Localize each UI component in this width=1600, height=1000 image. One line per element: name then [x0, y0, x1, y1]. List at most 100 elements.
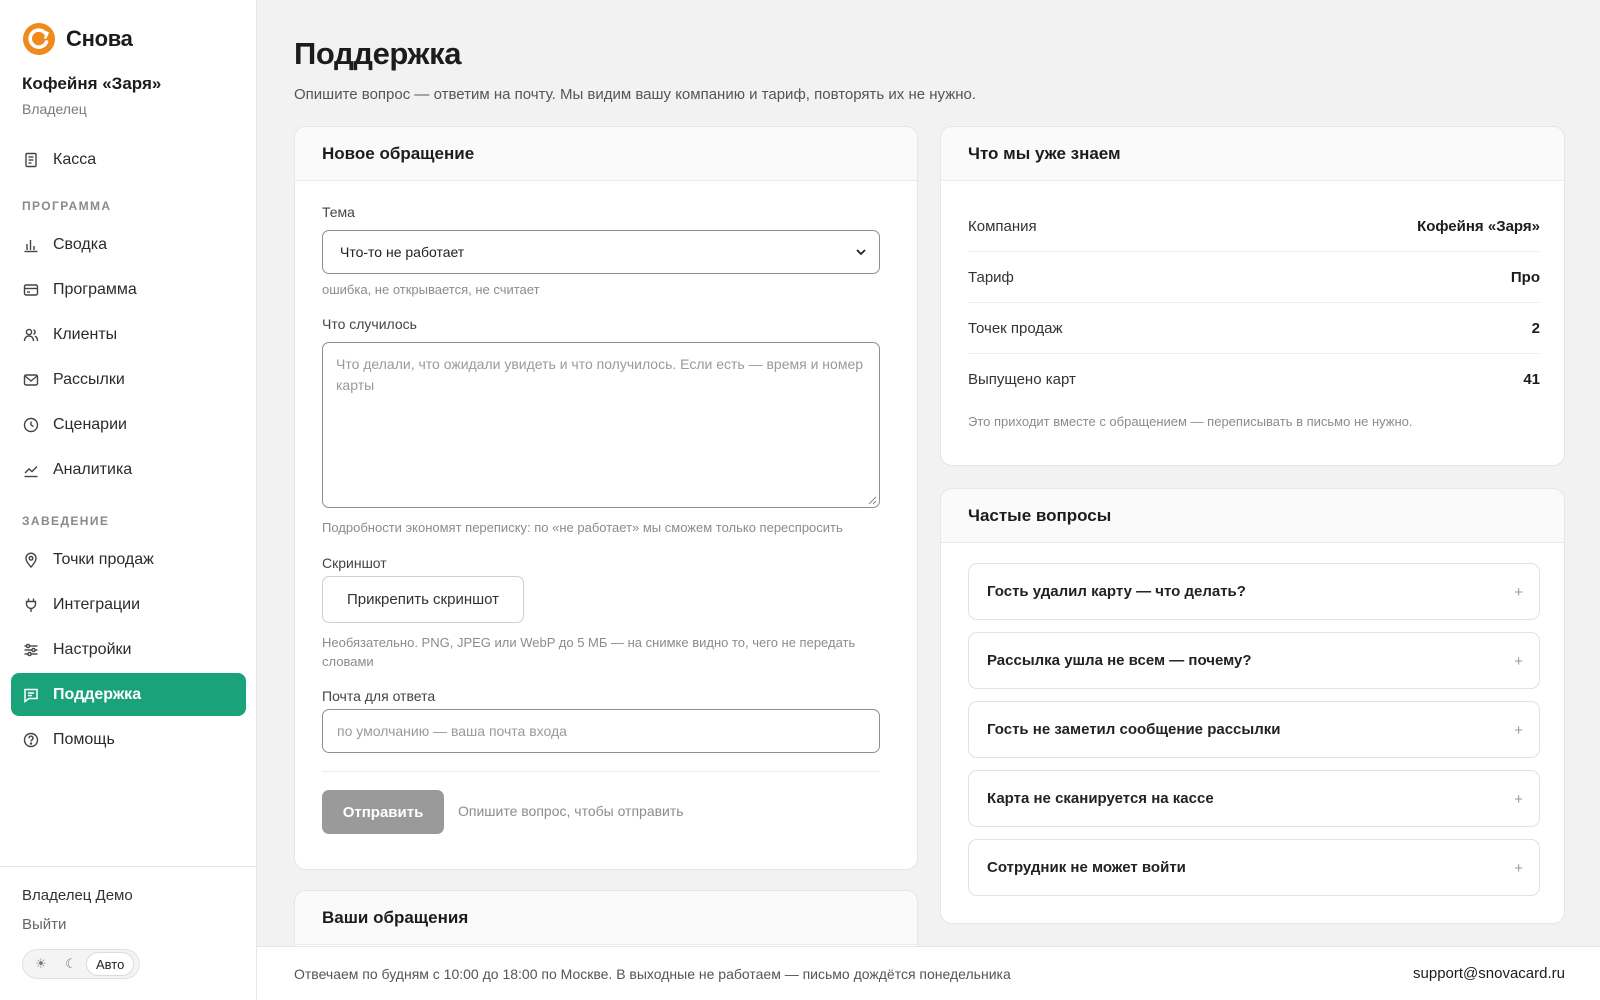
what-label: Что случилось	[322, 316, 417, 332]
sidebar-footer: Владелец Демо Выйти ☀ ☾ Авто	[0, 866, 256, 1000]
sidebar-item-label: Клиенты	[53, 325, 118, 343]
brand-logo-icon	[23, 23, 55, 55]
chat-icon	[24, 688, 38, 703]
sidebar-item-label: Точки продаж	[53, 550, 154, 568]
map-pin-icon	[25, 552, 37, 568]
faq-question: Сотрудник не может войти	[987, 859, 1186, 876]
mail-icon	[23, 373, 39, 386]
nav-section-program: ПРОГРАММА	[22, 199, 112, 213]
what-hint: Подробности экономят переписку: по «не р…	[322, 520, 843, 535]
sidebar-item-tochki[interactable]: Точки продаж	[11, 538, 246, 581]
faq-question: Гость не заметил сообщение рассылки	[987, 721, 1281, 738]
brand-name: Снова	[66, 26, 133, 51]
plus-icon: +	[1514, 722, 1523, 739]
sidebar-item-nastroiki[interactable]: Настройки	[11, 628, 246, 671]
info-key: Выпущено карт	[968, 371, 1076, 388]
sidebar-item-label: Сценарии	[53, 415, 127, 433]
card-title: Частые вопросы	[941, 489, 1564, 543]
info-value: 41	[1523, 371, 1540, 388]
info-value: Про	[1510, 268, 1540, 286]
faq-card: Частые вопросы Гость удалил карту — что …	[940, 488, 1565, 924]
info-key: Компания	[968, 217, 1037, 235]
users-icon	[23, 328, 39, 341]
page-title: Поддержка	[294, 36, 462, 71]
sidebar: Снова Кофейня «Заря» Владелец Касса ПРОГ…	[0, 0, 257, 1000]
sidebar-item-label: Аналитика	[53, 460, 133, 478]
brand[interactable]: Снова	[22, 22, 133, 56]
screenshot-label: Скриншот	[322, 555, 387, 571]
plug-icon	[25, 598, 37, 612]
topic-select-value: Что-то не работает	[340, 244, 465, 260]
sidebar-item-scenarii[interactable]: Сценарии	[11, 403, 246, 446]
reply-email-input[interactable]: по умолчанию — ваша почта входа	[322, 709, 880, 753]
topic-hint: ошибка, не открывается, не считает	[322, 282, 540, 297]
clock-icon	[23, 417, 39, 432]
support-email-link[interactable]: support@snovacard.ru	[1413, 965, 1565, 982]
company-name: Кофейня «Заря»	[22, 74, 162, 93]
submit-hint: Опишите вопрос, чтобы отправить	[458, 803, 684, 819]
attach-screenshot-button[interactable]: Прикрепить скриншот	[322, 576, 524, 623]
topic-select[interactable]: Что-то не работает	[322, 230, 880, 274]
info-row-points: Точек продаж 2	[968, 303, 1540, 354]
sidebar-item-analitika[interactable]: Аналитика	[11, 448, 246, 491]
plus-icon: +	[1514, 860, 1523, 877]
info-row-company: Компания Кофейня «Заря»	[968, 201, 1540, 252]
faq-item[interactable]: Гость удалил карту — что делать? +	[968, 563, 1540, 620]
user-name: Владелец Демо	[22, 887, 133, 904]
email-label: Почта для ответа	[322, 688, 436, 704]
faq-item[interactable]: Сотрудник не может войти +	[968, 839, 1540, 896]
receipt-icon	[25, 152, 37, 167]
info-row-cards: Выпущено карт 41	[968, 354, 1540, 405]
faq-item[interactable]: Рассылка ушла не всем — почему? +	[968, 632, 1540, 689]
moon-icon[interactable]: ☾	[56, 952, 86, 976]
sidebar-item-label: Программа	[53, 280, 137, 298]
topic-label: Тема	[322, 204, 355, 220]
logout-link[interactable]: Выйти	[22, 916, 66, 933]
theme-auto-option[interactable]: Авто	[86, 952, 135, 976]
card-title: Новое обращение	[295, 127, 917, 181]
card-title: Ваши обращения	[295, 891, 917, 945]
sidebar-item-kassa[interactable]: Касса	[11, 138, 246, 181]
faq-question: Рассылка ушла не всем — почему?	[987, 652, 1252, 669]
sidebar-item-svodka[interactable]: Сводка	[11, 223, 246, 266]
company-role: Владелец	[22, 101, 87, 117]
info-row-tariff: Тариф Про	[968, 252, 1540, 303]
card-title: Что мы уже знаем	[941, 127, 1564, 181]
sidebar-item-label: Рассылки	[53, 370, 125, 388]
faq-item[interactable]: Карта не сканируется на кассе +	[968, 770, 1540, 827]
sliders-icon	[24, 643, 38, 656]
info-key: Точек продаж	[968, 319, 1063, 337]
sidebar-item-label: Интеграции	[53, 595, 141, 613]
support-hours-bar: Отвечаем по будням с 10:00 до 18:00 по М…	[257, 946, 1600, 1000]
sidebar-item-label: Поддержка	[53, 685, 142, 703]
sidebar-item-label: Помощь	[53, 730, 115, 748]
trend-icon	[24, 465, 38, 477]
sun-icon[interactable]: ☀	[26, 952, 56, 976]
theme-switch: ☀ ☾ Авто	[22, 949, 140, 979]
sidebar-item-label: Сводка	[53, 235, 108, 253]
faq-question: Карта не сканируется на кассе	[987, 790, 1214, 807]
sidebar-item-integracii[interactable]: Интеграции	[11, 583, 246, 626]
form-divider	[322, 771, 880, 772]
resize-grip-icon[interactable]	[867, 495, 877, 505]
company-block: Кофейня «Заря» Владелец	[22, 74, 161, 117]
sidebar-item-rassylki[interactable]: Рассылки	[11, 358, 246, 401]
email-placeholder: по умолчанию — ваша почта входа	[337, 723, 567, 739]
new-request-card: Новое обращение Тема Что-то не работает …	[294, 126, 918, 870]
info-value: 2	[1531, 319, 1540, 337]
submit-button[interactable]: Отправить	[322, 790, 444, 834]
support-hours: Отвечаем по будням с 10:00 до 18:00 по М…	[294, 966, 1011, 982]
chevron-down-icon	[856, 249, 866, 256]
plus-icon: +	[1514, 791, 1523, 808]
sidebar-item-label: Касса	[53, 150, 97, 168]
sidebar-item-programma[interactable]: Программа	[11, 268, 246, 311]
sidebar-item-pomosch[interactable]: Помощь	[11, 718, 246, 761]
plus-icon: +	[1514, 584, 1523, 601]
sidebar-item-klienty[interactable]: Клиенты	[11, 313, 246, 356]
faq-question: Гость удалил карту — что делать?	[987, 583, 1246, 600]
info-note: Это приходит вместе с обращением — переп…	[968, 414, 1413, 429]
plus-icon: +	[1514, 653, 1523, 670]
sidebar-item-podderzhka[interactable]: Поддержка	[11, 673, 246, 716]
faq-item[interactable]: Гость не заметил сообщение рассылки +	[968, 701, 1540, 758]
what-textarea[interactable]: Что делали, что ожидали увидеть и что по…	[322, 342, 880, 508]
